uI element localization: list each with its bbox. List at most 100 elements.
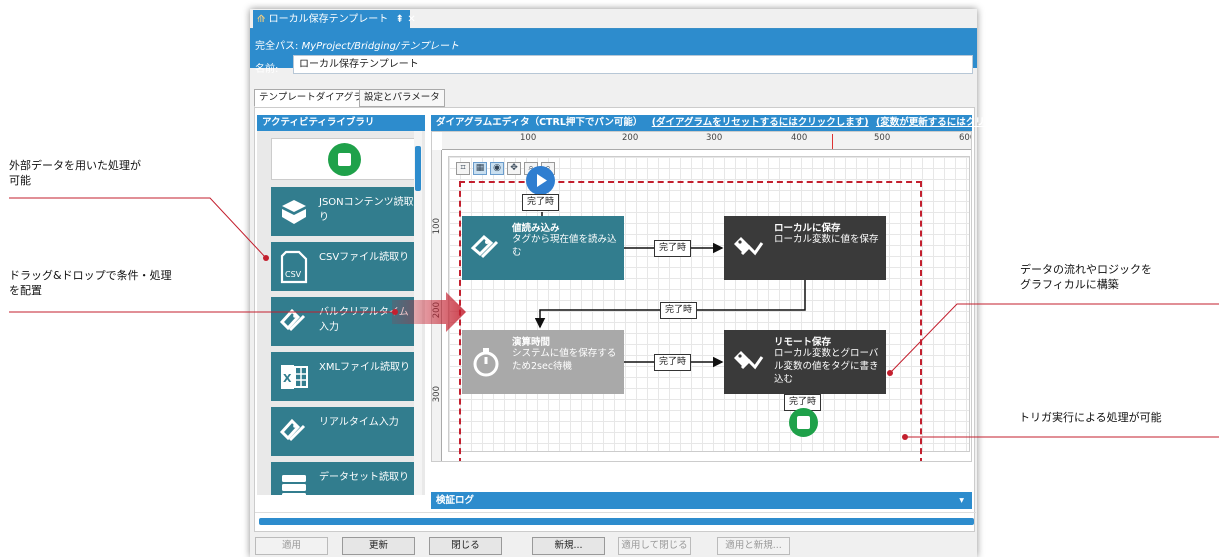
- library-item-label: リアルタイム入力: [319, 417, 399, 428]
- annotation-line: を配置: [9, 284, 42, 297]
- path-value: MyProject/Bridging/テンプレート: [301, 41, 460, 52]
- ruler-tick: 100: [432, 218, 442, 235]
- node-title: 演算時間: [512, 337, 551, 348]
- connector-label[interactable]: 完了時: [660, 302, 697, 319]
- annotation-line: 外部データを用いた処理が: [9, 159, 141, 172]
- node-title: リモート保存: [774, 337, 832, 348]
- svg-text:X: X: [283, 372, 292, 385]
- library-scrollbar[interactable]: [414, 131, 422, 495]
- stop-icon: [328, 143, 361, 176]
- ruler-tick: 500: [874, 133, 891, 143]
- stopwatch-icon: [462, 330, 510, 394]
- update-variables-link[interactable]: (変数が更新するにはクリックします): [876, 117, 1037, 128]
- node-local-save[interactable]: ローカルに保存 ローカル変数に値を保存: [724, 216, 886, 280]
- close-button[interactable]: 閉じる: [429, 537, 502, 555]
- ruler-tick: 600: [959, 133, 971, 143]
- svg-text:CSV: CSV: [285, 270, 302, 279]
- node-remote-save[interactable]: リモート保存 ローカル変数とグローバル変数の値をタグに書き込む: [724, 330, 886, 394]
- tab-title: ローカル保存テンプレート: [268, 14, 389, 25]
- tab-close-icon[interactable]: ⇞ ✕: [395, 14, 415, 25]
- csv-file-icon: CSV: [274, 246, 314, 287]
- activity-library-header: アクティビティライブラリ: [257, 115, 425, 131]
- reset-diagram-link[interactable]: (ダイアグラムをリセットするにはクリックします): [652, 117, 869, 128]
- dataset-icon: [274, 466, 314, 495]
- diagram-canvas[interactable]: 100 200 300 400 500 600 100 200 300 ⌗ ▦ …: [431, 131, 972, 462]
- ruler-tick: 100: [520, 133, 537, 143]
- annotation-trigger: トリガ実行による処理が可能: [1019, 411, 1162, 424]
- save-tags-icon: [724, 216, 772, 280]
- ruler-tick: 300: [432, 386, 442, 403]
- cube-icon: [274, 191, 314, 232]
- save-tags-icon: [724, 330, 772, 394]
- tag-icon: [274, 301, 314, 342]
- chevron-down-icon[interactable]: ▾: [959, 492, 964, 509]
- library-item-xml[interactable]: X XMLファイル読取り: [271, 352, 416, 401]
- ruler-tick: 200: [432, 302, 442, 319]
- snap-icon[interactable]: ◉: [490, 162, 504, 175]
- stop-node[interactable]: [789, 408, 818, 437]
- node-description: タグから現在値を読み込む: [512, 234, 617, 258]
- update-button[interactable]: 更新: [342, 537, 415, 555]
- ruler-marker: [832, 134, 833, 149]
- library-item-label: バルクリアルタイム入力: [319, 307, 409, 333]
- horizontal-ruler: 100 200 300 400 500 600: [442, 132, 971, 150]
- library-item-json[interactable]: JSONコンテンツ読取り: [271, 187, 416, 236]
- excel-icon: X: [274, 356, 314, 397]
- tab-content: アクティビティライブラリ JSONコンテンツ読取り CSV CSVファイル読取り: [254, 107, 1037, 532]
- horizontal-scrollbar[interactable]: [259, 518, 974, 525]
- pan-icon[interactable]: ✥: [507, 162, 521, 175]
- library-item-label: データセット読取り: [319, 472, 409, 483]
- library-item-dataset[interactable]: データセット読取り: [271, 462, 416, 495]
- name-label: 名前:: [255, 64, 279, 75]
- document-tab-bar: ⟰ ローカル保存テンプレート ⇞ ✕: [250, 9, 977, 29]
- validation-log-header[interactable]: 検証ログ ▾: [431, 492, 972, 509]
- node-title: ローカルに保存: [774, 223, 841, 234]
- validation-log-title: 検証ログ: [436, 495, 475, 506]
- name-input[interactable]: ローカル保存テンプレート: [293, 55, 973, 74]
- stop-activity-item[interactable]: [271, 138, 416, 180]
- apply-button[interactable]: 適用: [255, 537, 328, 555]
- annotation-line: ドラッグ&ドロップで条件・処理: [9, 269, 172, 282]
- fit-icon[interactable]: ⌗: [456, 162, 470, 175]
- connector-label[interactable]: 完了時: [654, 240, 691, 257]
- diagram-editor-header: ダイアグラムエディタ（CTRL押下でパン可能） (ダイアグラムをリセットするには…: [431, 115, 1037, 131]
- ruler-tick: 400: [791, 133, 808, 143]
- grid-toggle-icon[interactable]: ▦: [473, 162, 487, 175]
- dialog-button-bar: 適用 更新 閉じる 新規... 適用して閉じる 適用と新規...: [250, 534, 977, 557]
- annotation-data-flow: データの流れやロジックを グラフィカルに構築: [1020, 262, 1152, 292]
- template-editor-window: ⟰ ローカル保存テンプレート ⇞ ✕ 完全パス: MyProject/Bridg…: [250, 9, 1037, 557]
- library-item-bulk-realtime[interactable]: バルクリアルタイム入力: [271, 297, 416, 346]
- annotation-drag-drop: ドラッグ&ドロップで条件・処理 を配置: [9, 268, 172, 298]
- activity-library: JSONコンテンツ読取り CSV CSVファイル読取り バルクリアルタイム入力 …: [257, 131, 425, 495]
- tag-icon: [462, 216, 510, 280]
- node-description: ローカル変数に値を保存: [774, 234, 879, 245]
- document-tab[interactable]: ⟰ ローカル保存テンプレート ⇞ ✕: [253, 10, 416, 29]
- library-item-label: JSONコンテンツ読取り: [319, 197, 414, 223]
- connector-label[interactable]: 完了時: [654, 354, 691, 371]
- node-calc-time[interactable]: 演算時間 システムに値を保存するため2sec待機: [462, 330, 624, 394]
- new-button[interactable]: 新規...: [532, 537, 605, 555]
- tag-icon: [274, 411, 314, 452]
- start-node[interactable]: [526, 166, 555, 195]
- vertical-ruler: 100 200 300: [432, 150, 442, 461]
- node-description: システムに値を保存するため2sec待機: [512, 348, 617, 372]
- apply-and-new-button[interactable]: 適用と新規...: [717, 537, 790, 555]
- path-label: 完全パス:: [255, 41, 299, 52]
- library-item-realtime[interactable]: リアルタイム入力: [271, 407, 416, 456]
- play-icon: [537, 174, 547, 187]
- stop-icon: [797, 416, 810, 429]
- node-title: 値読み込み: [512, 223, 560, 234]
- annotation-line: グラフィカルに構築: [1020, 278, 1119, 291]
- template-icon: ⟰: [257, 14, 266, 25]
- node-read-value[interactable]: 値読み込み タグから現在値を読み込む: [462, 216, 624, 280]
- scrollbar-thumb[interactable]: [415, 146, 421, 191]
- ruler-tick: 300: [706, 133, 723, 143]
- diagram-editor-title: ダイアグラムエディタ（CTRL押下でパン可能）: [436, 117, 643, 128]
- library-item-label: XMLファイル読取り: [319, 362, 411, 373]
- annotation-line: 可能: [9, 174, 31, 187]
- apply-and-close-button[interactable]: 適用して閉じる: [618, 537, 691, 555]
- full-path: 完全パス: MyProject/Bridging/テンプレート: [255, 37, 459, 52]
- tab-settings-parameters[interactable]: 設定とパラメータ: [359, 89, 445, 107]
- library-item-csv[interactable]: CSV CSVファイル読取り: [271, 242, 416, 291]
- connector-label[interactable]: 完了時: [522, 194, 559, 211]
